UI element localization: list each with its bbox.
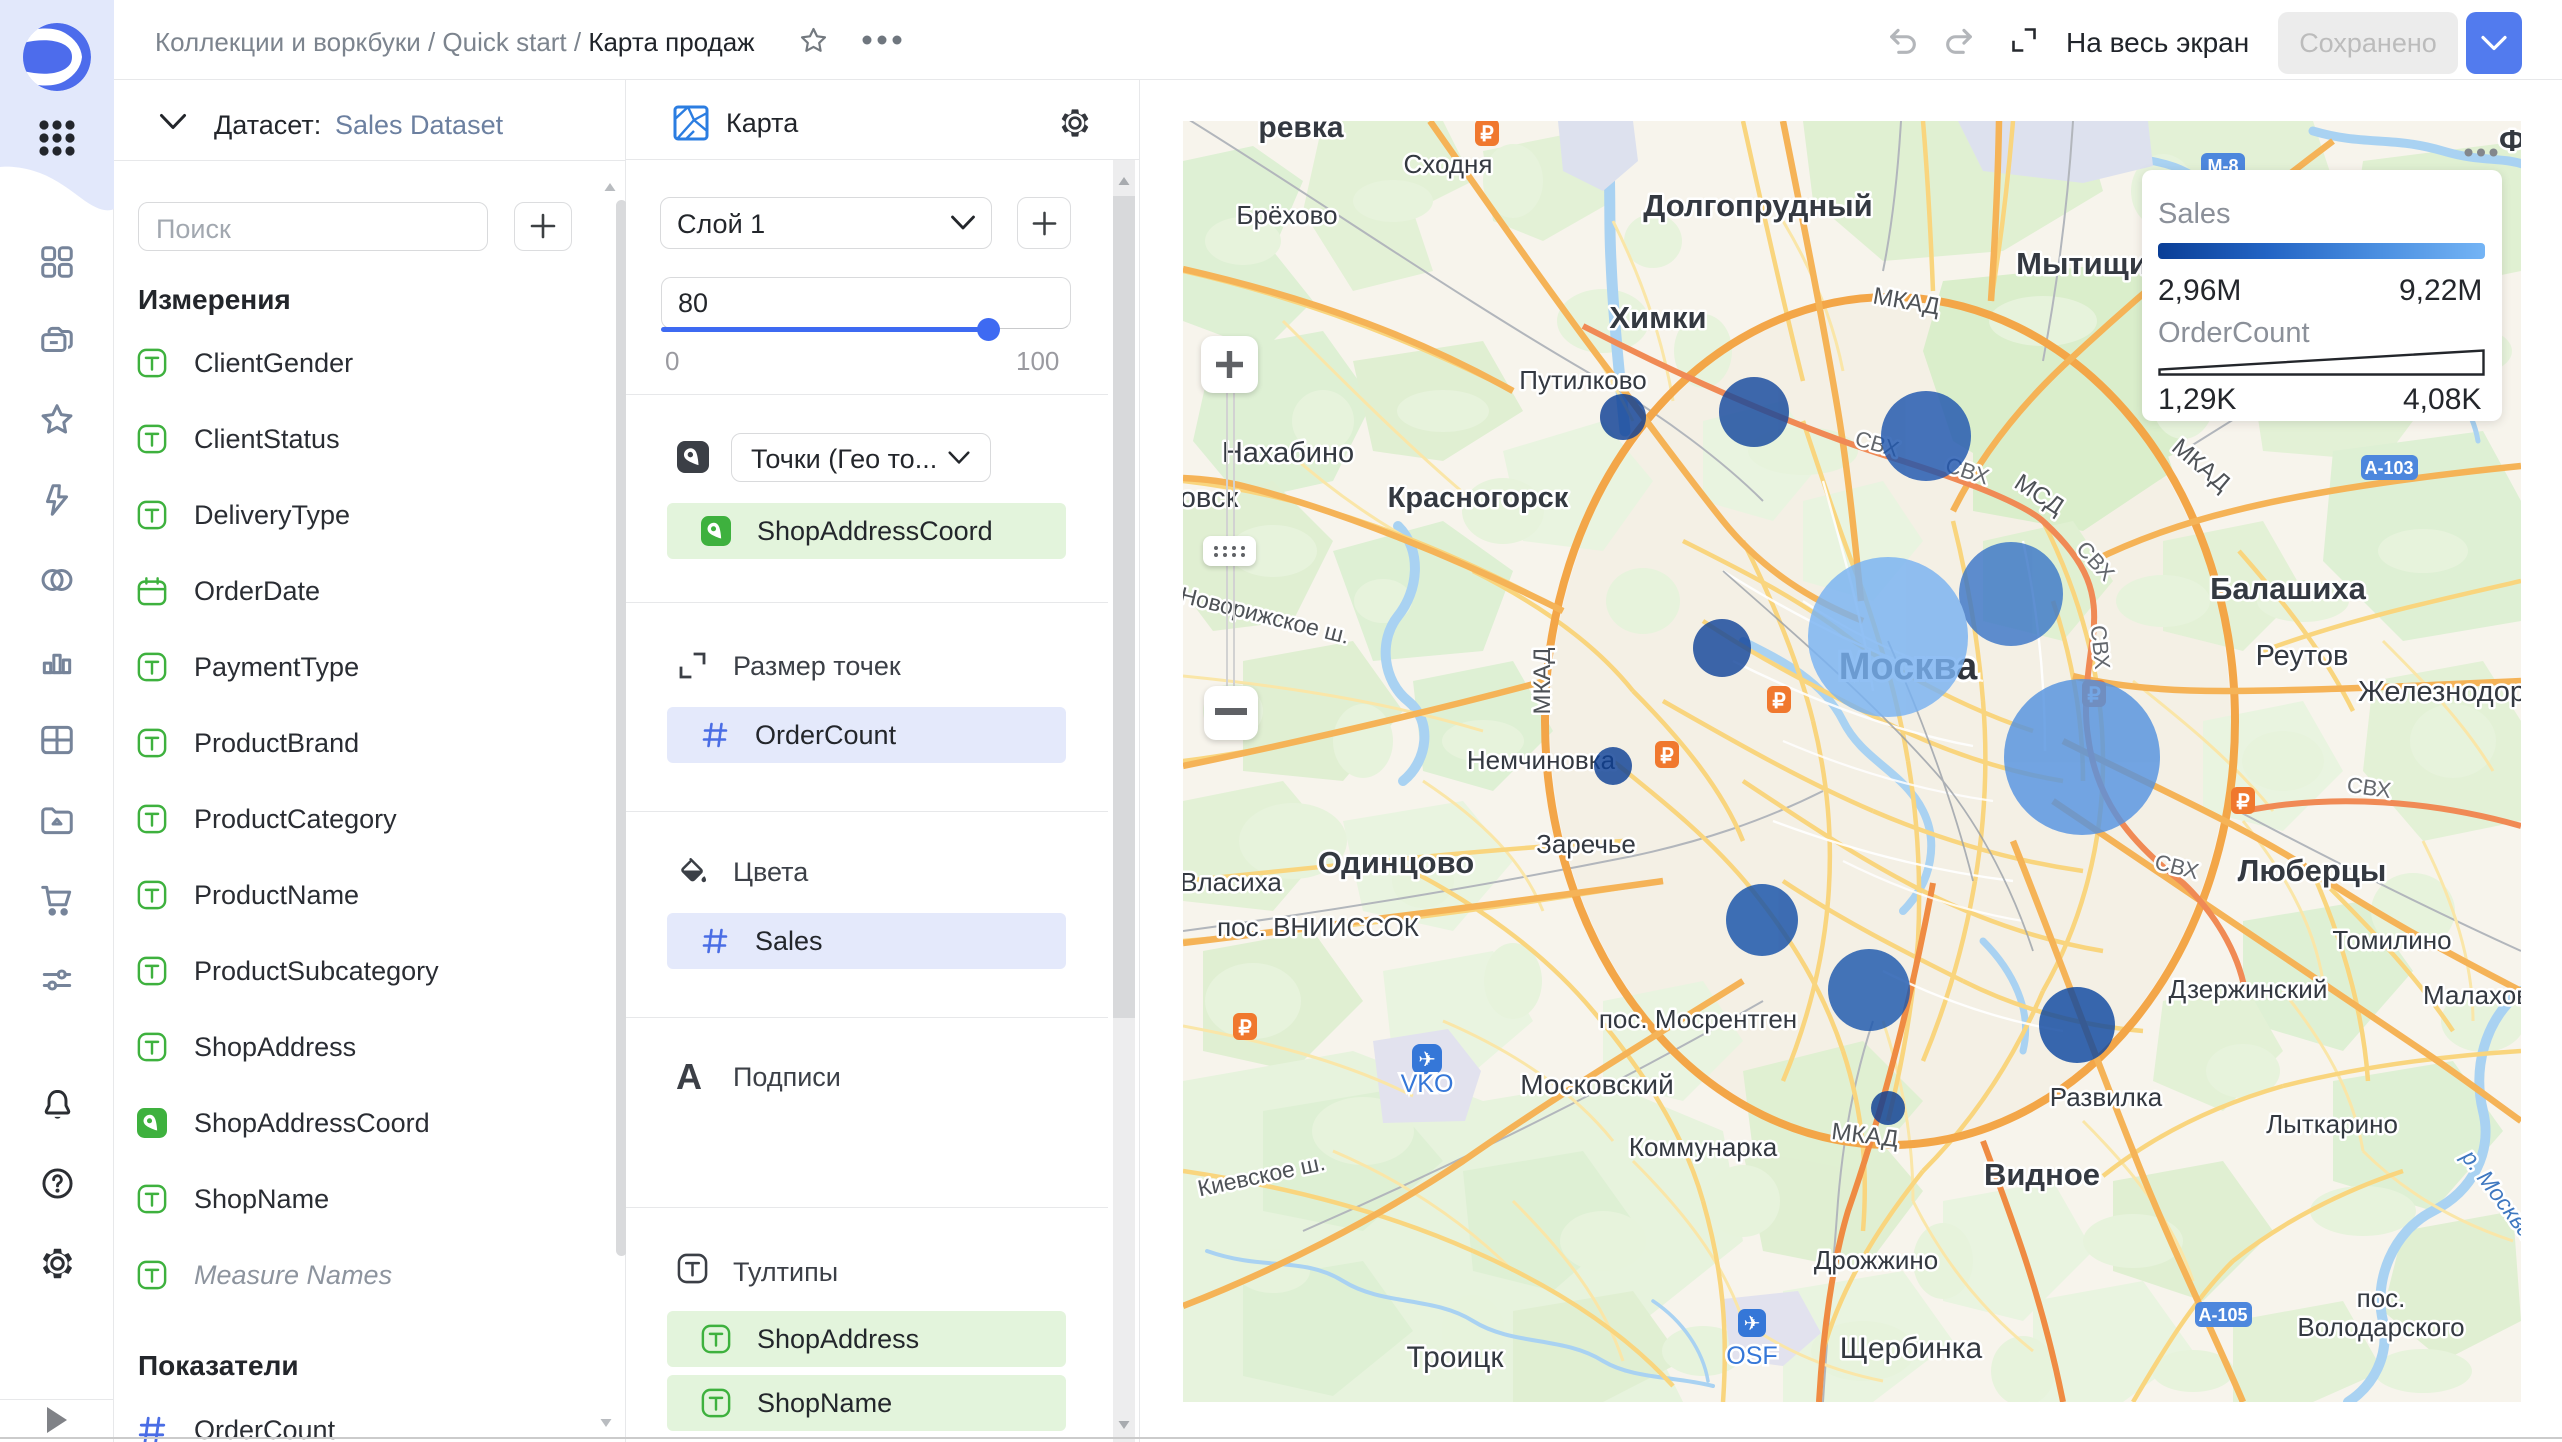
svg-text:Томилино: Томилино [2332,925,2451,955]
svg-text:Володарского: Володарского [2297,1312,2464,1342]
svg-text:₽: ₽ [1660,745,1674,768]
svg-text:Троицк: Троицк [1406,1341,1504,1374]
svg-text:Путилково: Путилково [1519,365,1646,395]
svg-text:Брёхово: Брёхово [1236,200,1337,230]
svg-text:Нахабино: Нахабино [1222,437,1354,469]
svg-text:Щербинка: Щербинка [1840,1332,1983,1365]
svg-text:А-105: А-105 [2198,1305,2247,1325]
svg-text:✈: ✈ [1418,1049,1436,1072]
svg-text:Видное: Видное [1984,1157,2100,1192]
svg-text:₽: ₽ [1772,690,1786,713]
svg-text:VKO: VKO [1401,1070,1454,1098]
svg-text:Железнодор...: Железнодор... [2358,676,2521,708]
svg-text:Долгопрудный: Долгопрудный [1643,188,1872,223]
svg-text:пос. Мосрентген: пос. Мосрентген [1599,1004,1797,1034]
svg-text:Коммунарка: Коммунарка [1629,1132,1778,1162]
svg-text:Московский: Московский [1520,1069,1673,1100]
svg-text:СВХ: СВХ [2086,624,2116,671]
svg-text:Фря: Фря [2499,123,2521,158]
svg-text:OSF: OSF [1726,1342,1777,1370]
svg-text:пос.: пос. [2357,1283,2406,1313]
svg-text:Заречье: Заречье [1536,829,1636,859]
svg-text:₽: ₽ [1238,1017,1252,1040]
svg-text:Одинцово: Одинцово [1318,845,1474,880]
svg-text:Красногорск: Красногорск [1388,482,1569,514]
svg-text:МКАД: МКАД [1529,647,1556,714]
svg-text:Реутов: Реутов [2256,640,2349,672]
svg-text:ревка: ревка [1258,121,1343,144]
svg-text:Развилка: Развилка [2050,1082,2163,1112]
svg-text:А-103: А-103 [2364,458,2413,478]
svg-text:₽: ₽ [1480,123,1494,146]
svg-text:Химки: Химки [1609,300,1706,335]
svg-text:₽: ₽ [2236,791,2250,814]
svg-text:Дрожжино: Дрожжино [1814,1245,1938,1275]
svg-text:Дзержинский: Дзержинский [2169,974,2328,1004]
svg-text:Сходня: Сходня [1404,149,1493,179]
svg-text:Малахов: Малахов [2423,980,2521,1010]
svg-text:Лыткарино: Лыткарино [2266,1109,2398,1139]
svg-text:Балашиха: Балашиха [2210,571,2367,606]
svg-text:✈: ✈ [1744,1313,1761,1335]
svg-text:Мытищи: Мытищи [2016,246,2148,281]
svg-text:пос. ВНИИССОК: пос. ВНИИССОК [1217,912,1419,942]
svg-text:Власиха: Власиха [1183,867,1282,897]
svg-text:овск: овск [1183,482,1239,514]
svg-text:Немчиновка: Немчиновка [1467,745,1616,775]
svg-text:Люберцы: Люберцы [2238,853,2387,888]
